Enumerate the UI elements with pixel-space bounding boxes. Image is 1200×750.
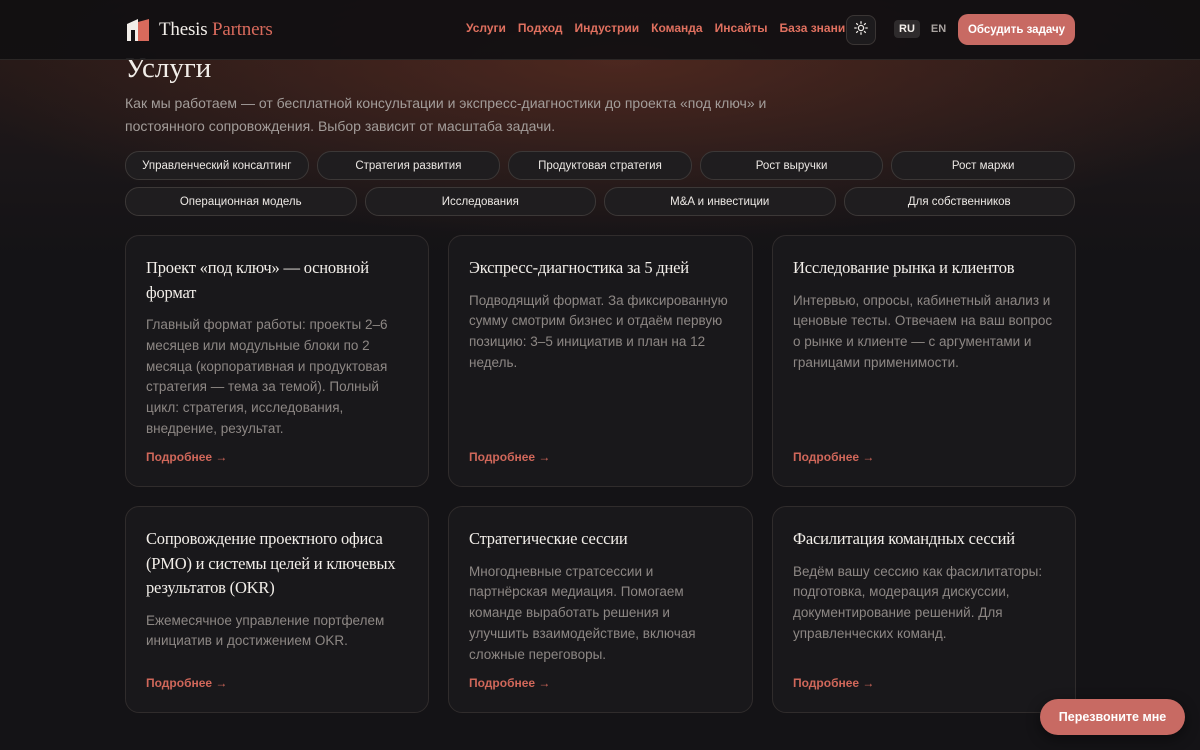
brand-name: Thesis Partners <box>159 19 273 40</box>
logo-mark-icon <box>125 18 151 42</box>
callback-button[interactable]: Перезвоните мне <box>1040 699 1185 735</box>
card-title: Стратегические сессии <box>469 529 628 548</box>
nav-link-services[interactable]: Услуги <box>466 21 506 35</box>
lang-en-button[interactable]: EN <box>926 20 951 38</box>
card-more-link[interactable]: Подробнее → <box>146 450 227 464</box>
filter-chip-product-strategy[interactable]: Продуктовая стратегия <box>508 151 692 180</box>
lang-ru-button[interactable]: RU <box>894 20 920 38</box>
main-content: Услуги Как мы работаем — от бесплатной к… <box>0 0 1200 750</box>
card-description: Подводящий формат. За фиксированную сумм… <box>469 292 728 370</box>
theme-toggle-button[interactable] <box>846 15 876 45</box>
page-intro: Как мы работаем — от бесплатной консульт… <box>125 95 767 134</box>
service-card-strategic-sessions[interactable]: Стратегические сессии Многодневные страт… <box>448 506 753 713</box>
card-description: Ведём вашу сессию как фасилитаторы: подг… <box>793 563 1043 641</box>
card-title: Фасилитация командных сессий <box>793 529 1015 548</box>
nav-link-approach[interactable]: Подход <box>518 21 563 35</box>
service-card-market-research[interactable]: Исследование рынка и клиентов Интервью, … <box>772 235 1076 487</box>
card-more-link[interactable]: Подробнее → <box>469 450 550 464</box>
card-more-link[interactable]: Подробнее → <box>793 676 874 690</box>
brand-logo[interactable]: Thesis Partners <box>125 18 273 42</box>
service-card-facilitation[interactable]: Фасилитация командных сессий Ведём вашу … <box>772 506 1076 713</box>
filter-chip-research[interactable]: Исследования <box>364 187 596 216</box>
service-card-turnkey[interactable]: Проект «под ключ» — основной формат Глав… <box>125 235 429 487</box>
filter-row-2: Операционная модель Исследования M&A и и… <box>125 187 1075 216</box>
card-more-link[interactable]: Подробнее → <box>793 450 874 464</box>
service-card-pmo-okr[interactable]: Сопровождение проектного офиса (PMO) и с… <box>125 506 429 713</box>
filter-chip-ma-investments[interactable]: M&A и инвестиции <box>604 187 836 216</box>
filter-chip-operating-model[interactable]: Операционная модель <box>125 187 357 216</box>
filter-row-1: Управленческий консалтинг Стратегия разв… <box>125 151 1075 180</box>
sun-icon <box>854 20 868 40</box>
main-nav: Услуги Подход Индустрии Команда Инсайты … <box>466 21 853 35</box>
card-description: Ежемесячное управление портфелем инициат… <box>146 612 385 649</box>
filter-chip-management-consulting[interactable]: Управленческий консалтинг <box>125 151 309 180</box>
card-title: Проект «под ключ» — основной формат <box>146 258 369 302</box>
card-title: Исследование рынка и клиентов <box>793 258 1015 277</box>
site-header: Thesis Partners Услуги Подход Индустрии … <box>0 0 1200 60</box>
card-title: Сопровождение проектного офиса (PMO) и с… <box>146 529 396 597</box>
filter-chip-development-strategy[interactable]: Стратегия развития <box>316 151 501 180</box>
filter-chip-for-owners[interactable]: Для собственников <box>843 187 1075 216</box>
language-switcher: RU EN <box>894 20 951 38</box>
nav-link-knowledge-base[interactable]: База знаний <box>779 21 852 35</box>
filter-chip-revenue-growth[interactable]: Рост выручки <box>699 151 884 180</box>
discuss-task-button[interactable]: Обсудить задачу <box>958 14 1075 45</box>
nav-link-industries[interactable]: Индустрии <box>574 21 639 35</box>
card-description: Интервью, опросы, кабинетный анализ и це… <box>793 292 1053 370</box>
service-filters: Управленческий консалтинг Стратегия разв… <box>125 151 1075 223</box>
card-more-link[interactable]: Подробнее → <box>469 676 550 690</box>
filter-chip-margin-growth[interactable]: Рост маржи <box>891 151 1075 180</box>
nav-link-team[interactable]: Команда <box>651 21 702 35</box>
card-more-link[interactable]: Подробнее → <box>146 676 227 690</box>
card-description: Многодневные стратсессии и партнёрская м… <box>469 563 696 662</box>
nav-link-insights[interactable]: Инсайты <box>715 21 768 35</box>
card-description: Главный формат работы: проекты 2–6 месяц… <box>146 317 388 436</box>
card-title: Экспресс-диагностика за 5 дней <box>469 258 689 277</box>
service-cards-grid: Проект «под ключ» — основной формат Глав… <box>125 235 1076 713</box>
service-card-express-diagnostics[interactable]: Экспресс-диагностика за 5 дней Подводящи… <box>448 235 753 487</box>
